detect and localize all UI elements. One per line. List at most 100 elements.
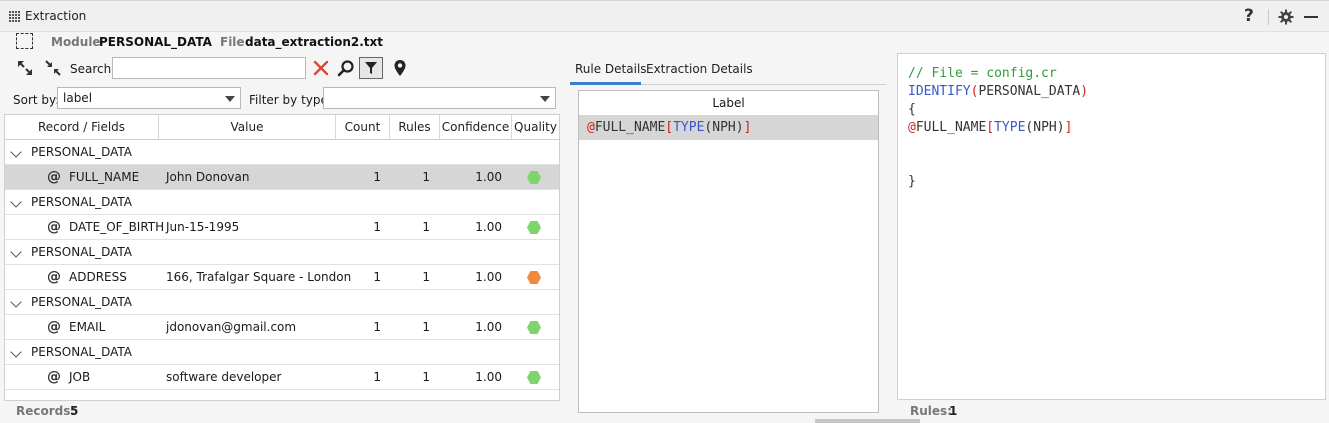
rule-label-table: Label @FULL_NAME[TYPE(NPH)] [578, 90, 879, 413]
label-column-header[interactable]: Label [579, 91, 878, 116]
chevron-down-icon[interactable] [10, 146, 22, 158]
field-row[interactable]: @ DATE_OF_BIRTH Jun-15-1995 1 1 1.00 [5, 215, 559, 240]
field-row[interactable]: @ EMAIL jdonovan@gmail.com 1 1 1.00 [5, 315, 559, 340]
chevron-down-icon[interactable] [10, 246, 22, 258]
gear-icon[interactable] [1278, 9, 1294, 25]
field-rules: 1 [422, 270, 430, 284]
at-icon: @ [47, 219, 61, 235]
chevron-down-icon [540, 96, 550, 102]
record-group-row[interactable]: PERSONAL_DATA [5, 240, 559, 265]
column-header-quality[interactable]: Quality [512, 115, 559, 140]
record-name: PERSONAL_DATA [31, 245, 133, 259]
rules-status-label: Rules: [910, 404, 952, 418]
code-brace-open: { [908, 102, 916, 117]
code-comment-line: // File = config.cr [908, 66, 1057, 81]
sort-select[interactable]: label [57, 87, 241, 109]
chevron-down-icon[interactable] [10, 196, 22, 208]
filter-icon [365, 62, 377, 74]
filter-button[interactable] [359, 57, 383, 79]
code-identify-line: IDENTIFY(PERSONAL_DATA) [908, 84, 1088, 99]
code-paren-close: ) [1080, 84, 1089, 99]
field-row[interactable]: @ JOB software developer 1 1 1.00 [5, 365, 559, 390]
chevron-down-icon[interactable] [10, 346, 22, 358]
sort-label: Sort by: [13, 93, 60, 107]
expand-all-icon[interactable] [16, 59, 34, 77]
record-group-row[interactable]: PERSONAL_DATA [5, 340, 559, 365]
code-editor[interactable]: // File = config.cr IDENTIFY(PERSONAL_DA… [897, 53, 1326, 400]
filter-label: Filter by type: [249, 93, 332, 107]
record-group-row[interactable]: PERSONAL_DATA [5, 290, 559, 315]
code-type-arg: (NPH) [1025, 120, 1065, 135]
field-name: EMAIL [69, 320, 106, 334]
field-confidence: 1.00 [475, 220, 502, 234]
field-row[interactable]: @ FULL_NAME John Donovan 1 1 1.00 [5, 165, 559, 190]
rule-bracket-close: ] [743, 120, 752, 135]
field-count: 1 [373, 220, 381, 234]
field-value: jdonovan@gmail.com [166, 320, 297, 334]
field-count: 1 [373, 170, 381, 184]
records-table: Record / Fields Value Count Rules Confid… [4, 114, 560, 401]
clear-icon[interactable] [313, 60, 329, 76]
quality-indicator-icon [527, 221, 541, 234]
search-label: Search: [70, 62, 116, 76]
field-confidence: 1.00 [475, 320, 502, 334]
column-header-rules[interactable]: Rules [390, 115, 440, 140]
records-status-value: 5 [70, 404, 79, 418]
field-row[interactable]: @ ADDRESS 166, Trafalgar Square - London 1 1… [5, 265, 559, 290]
rules-status-value: 1 [949, 404, 958, 418]
field-confidence: 1.00 [475, 370, 502, 384]
record-group-row[interactable]: PERSONAL_DATA [5, 190, 559, 215]
record-name: PERSONAL_DATA [31, 295, 133, 309]
field-count: 1 [373, 370, 381, 384]
column-header-value[interactable]: Value [159, 115, 336, 140]
rule-name: FULL_NAME [594, 120, 666, 135]
rule-bracket-open: [ [665, 120, 674, 135]
tab-rule-details[interactable]: Rule Details [575, 62, 647, 76]
tab-extraction-details[interactable]: Extraction Details [646, 62, 753, 76]
code-brace-close: } [908, 174, 916, 189]
code-bracket-open: [ [986, 120, 995, 135]
chevron-down-icon[interactable] [10, 296, 22, 308]
field-value: Jun-15-1995 [166, 220, 240, 234]
field-confidence: 1.00 [475, 270, 502, 284]
column-header-confidence[interactable]: Confidence [440, 115, 512, 140]
field-rules: 1 [422, 170, 430, 184]
collapse-all-icon[interactable] [44, 59, 62, 77]
field-name: JOB [69, 370, 91, 384]
module-value: PERSONAL_DATA [99, 35, 212, 49]
rule-type: TYPE [673, 120, 705, 135]
module-select-icon[interactable] [16, 33, 33, 49]
horizontal-scrollbar[interactable] [815, 419, 920, 423]
title-separator [1268, 9, 1269, 25]
active-tab-indicator [570, 82, 641, 85]
code-type: TYPE [994, 120, 1026, 135]
quality-indicator-icon [527, 171, 541, 184]
rule-row[interactable]: @FULL_NAME[TYPE(NPH)] [579, 116, 878, 140]
record-group-row[interactable]: PERSONAL_DATA [5, 140, 559, 165]
location-pin-icon[interactable] [393, 59, 407, 77]
record-name: PERSONAL_DATA [31, 195, 133, 209]
field-count: 1 [373, 270, 381, 284]
column-header-count[interactable]: Count [336, 115, 390, 140]
help-icon[interactable]: ? [1244, 6, 1254, 26]
window-title: Extraction [25, 9, 87, 23]
column-header-record[interactable]: Record / Fields [5, 115, 159, 140]
quality-indicator-icon [527, 271, 541, 284]
rule-at: @ [587, 120, 595, 135]
records-status-label: Records: [16, 404, 76, 418]
field-name: DATE_OF_BIRTH [69, 220, 165, 234]
code-at: @ [908, 120, 916, 135]
field-rules: 1 [422, 320, 430, 334]
search-input[interactable] [112, 57, 306, 79]
file-label: File [220, 35, 245, 49]
field-rules: 1 [422, 220, 430, 234]
search-icon[interactable] [337, 59, 355, 77]
record-name: PERSONAL_DATA [31, 345, 133, 359]
minimize-icon[interactable] [1304, 16, 1318, 18]
at-icon: @ [47, 369, 61, 385]
code-arg: PERSONAL_DATA [978, 84, 1081, 99]
title-bar: Extraction ? [0, 0, 1329, 32]
filter-select[interactable] [323, 87, 556, 109]
field-name: FULL_NAME [69, 170, 140, 184]
record-name: PERSONAL_DATA [31, 145, 133, 159]
